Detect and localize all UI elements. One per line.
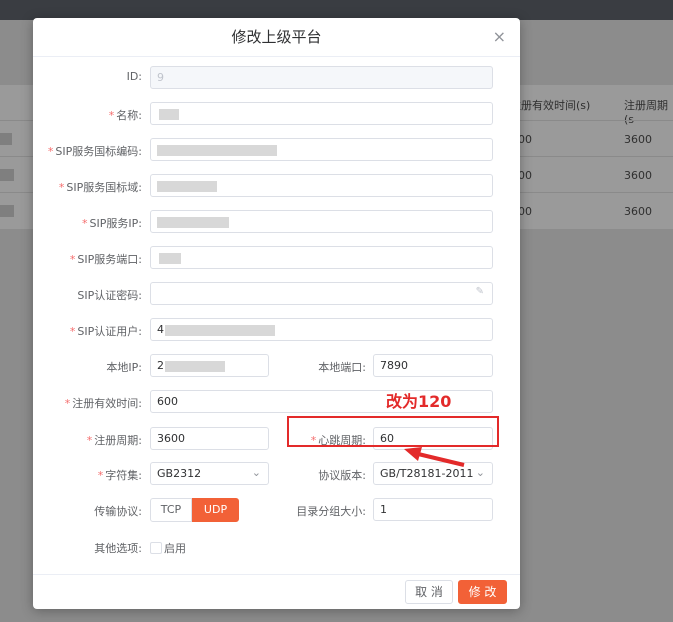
sip-domain-label: * SIP服务国标域: bbox=[58, 181, 142, 194]
local-ip-label: 本地IP: bbox=[106, 361, 142, 374]
sip-user-field[interactable]: 4 bbox=[150, 318, 493, 341]
table-header-expire: 注册有效时间(s) bbox=[510, 99, 591, 112]
sip-port-label: * SIP服务端口: bbox=[69, 253, 142, 266]
charset-select[interactable]: GB2312 ⌄ bbox=[150, 462, 269, 485]
table-cell: 00 bbox=[518, 169, 532, 182]
table-cell: 00 bbox=[518, 205, 532, 218]
redacted-value bbox=[157, 145, 277, 156]
sip-domain-field[interactable] bbox=[150, 174, 493, 197]
redacted-value bbox=[165, 325, 275, 336]
close-icon[interactable]: × bbox=[493, 27, 506, 46]
redacted-value bbox=[157, 181, 217, 192]
id-label: ID: bbox=[126, 70, 142, 83]
redacted-value bbox=[157, 217, 229, 228]
redacted-value bbox=[159, 253, 181, 264]
submit-button[interactable]: 修 改 bbox=[458, 580, 507, 604]
local-port-field[interactable]: 7890 bbox=[373, 354, 493, 377]
annotation-arrow-icon bbox=[404, 447, 465, 467]
edit-platform-dialog: 修改上级平台 × ID: 9 * 名称: * SIP服务国标编码: * SIP服务国标… bbox=[33, 18, 520, 609]
redacted-value bbox=[159, 109, 179, 120]
chevron-down-icon: ⌄ bbox=[475, 466, 485, 479]
other-options-label: 其他选项: bbox=[94, 542, 142, 555]
top-navbar bbox=[0, 0, 673, 20]
redacted-value bbox=[165, 361, 225, 372]
register-period-field[interactable]: 3600 bbox=[150, 427, 269, 450]
dialog-title: 修改上级平台 bbox=[231, 28, 322, 46]
name-label: * 名称: bbox=[108, 109, 142, 122]
expire-label: * 注册有效时间: bbox=[64, 397, 142, 410]
cancel-button[interactable]: 取 消 bbox=[405, 580, 453, 604]
redacted-cell bbox=[0, 205, 14, 217]
charset-label: * 字符集: bbox=[97, 469, 142, 482]
local-port-label: 本地端口: bbox=[318, 361, 366, 374]
arrow-head bbox=[404, 447, 422, 461]
redacted-cell bbox=[0, 133, 12, 145]
name-field[interactable] bbox=[150, 102, 493, 125]
annotation-text: 改为120 bbox=[386, 392, 452, 411]
table-cell: 3600 bbox=[624, 133, 652, 146]
annotation-highlight-box bbox=[287, 416, 499, 447]
id-field[interactable]: 9 bbox=[150, 66, 493, 89]
redacted-cell bbox=[0, 169, 14, 181]
register-period-label: * 注册周期: bbox=[86, 434, 142, 447]
transport-udp-button[interactable]: UDP bbox=[192, 498, 239, 522]
sip-ip-field[interactable] bbox=[150, 210, 493, 233]
table-cell: 00 bbox=[518, 133, 532, 146]
divider bbox=[33, 56, 520, 57]
sip-id-label: * SIP服务国标编码: bbox=[47, 145, 142, 158]
enable-checkbox-label[interactable]: 启用 bbox=[164, 540, 186, 556]
catalog-group-size-label: 目录分组大小: bbox=[296, 505, 366, 518]
sip-password-field[interactable]: ✎ bbox=[150, 282, 493, 305]
arrow-shaft bbox=[413, 451, 465, 467]
local-ip-field[interactable]: 2 bbox=[150, 354, 269, 377]
sip-id-field[interactable] bbox=[150, 138, 493, 161]
table-cell: 3600 bbox=[624, 169, 652, 182]
key-icon[interactable]: ✎ bbox=[476, 286, 484, 297]
footer-divider bbox=[33, 574, 520, 575]
sip-port-field[interactable] bbox=[150, 246, 493, 269]
sip-user-label: * SIP认证用户: bbox=[69, 325, 142, 338]
catalog-group-size-field[interactable]: 1 bbox=[373, 498, 493, 521]
sip-password-label: SIP认证密码: bbox=[77, 289, 142, 302]
transport-tcp-button[interactable]: TCP bbox=[150, 498, 192, 522]
table-cell: 3600 bbox=[624, 205, 652, 218]
protocol-version-label: 协议版本: bbox=[318, 469, 366, 482]
sip-ip-label: * SIP服务IP: bbox=[82, 217, 142, 230]
enable-checkbox[interactable] bbox=[150, 542, 162, 554]
transport-label: 传输协议: bbox=[94, 505, 142, 518]
